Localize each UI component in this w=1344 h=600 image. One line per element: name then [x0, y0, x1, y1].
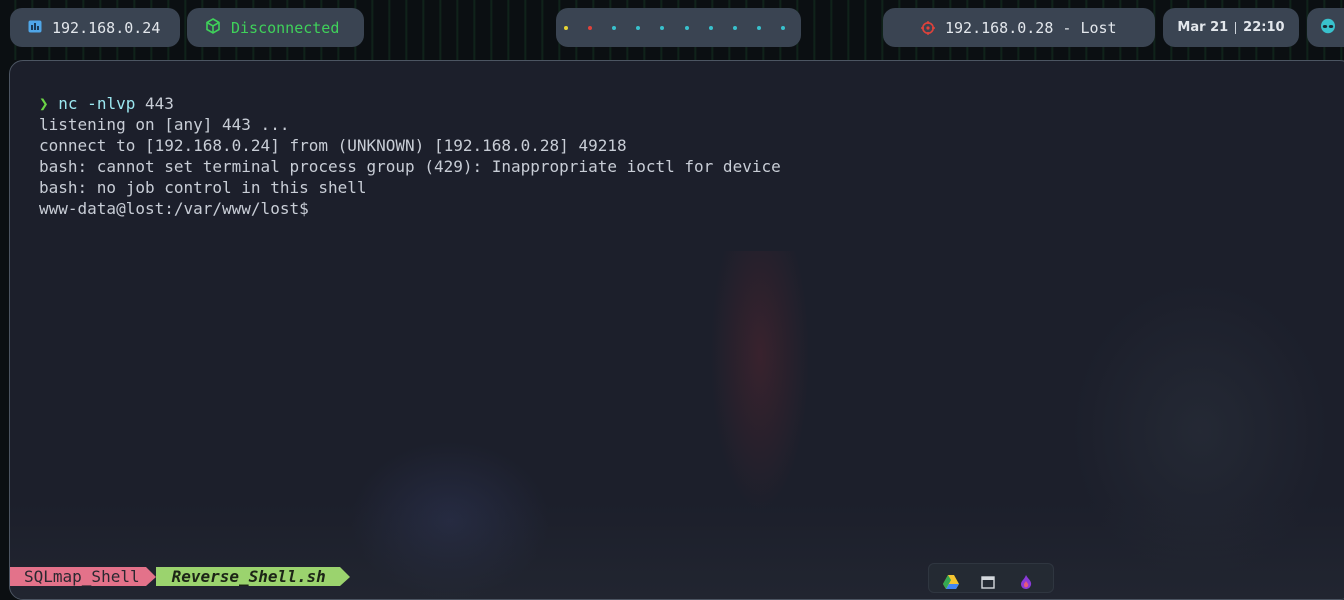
target-widget[interactable]: 192.168.0.28 - Lost: [883, 8, 1155, 47]
tmux-statusbar: SQLmap_Shell Reverse_Shell.sh: [10, 567, 350, 586]
terminal-window[interactable]: ❯ nc -nlvp 443 listening on [any] 443 ...…: [9, 60, 1344, 600]
workspace-dot[interactable]: [636, 25, 641, 30]
vpn-status-label: Disconnected: [231, 18, 340, 37]
clock-separator: [1235, 21, 1237, 34]
command-line: ❯ nc -nlvp 443: [39, 93, 781, 114]
local-ip-widget[interactable]: 192.168.0.24: [10, 8, 180, 47]
tmux-window-tab-active[interactable]: Reverse_Shell.sh: [155, 567, 350, 586]
alien-icon: [1320, 18, 1336, 38]
time-label: 22:10: [1243, 20, 1285, 35]
vpn-status-widget[interactable]: Disconnected: [187, 8, 364, 47]
local-ip-label: 192.168.0.24: [52, 18, 161, 37]
terminal-output[interactable]: ❯ nc -nlvp 443 listening on [any] 443 ...…: [39, 93, 781, 219]
command-arg: 443: [144, 94, 174, 113]
cube-icon: [205, 17, 221, 38]
workspace-dot[interactable]: [780, 25, 785, 30]
clock-widget[interactable]: Mar 21 22:10: [1163, 8, 1299, 47]
workspace-dot[interactable]: [588, 25, 593, 30]
prompt-symbol: ❯: [39, 94, 49, 113]
command-text: nc -nlvp: [58, 94, 136, 113]
target-icon: [921, 21, 935, 39]
output-line: connect to [192.168.0.24] from (UNKNOWN)…: [39, 136, 627, 155]
output-line: bash: cannot set terminal process group …: [39, 157, 781, 176]
workspace-dot[interactable]: [660, 25, 665, 30]
workspace-dot[interactable]: [684, 25, 689, 30]
target-label: 192.168.0.28 - Lost: [945, 18, 1117, 37]
user-menu[interactable]: [1307, 8, 1344, 47]
tmux-window-tab[interactable]: SQLmap_Shell: [10, 567, 156, 586]
workspace-dot[interactable]: [612, 25, 617, 30]
shell-prompt-line: www-data@lost:/var/www/lost$: [39, 199, 309, 218]
output-line: bash: no job control in this shell: [39, 178, 367, 197]
workspace-dot[interactable]: [564, 25, 568, 30]
workspace-dot[interactable]: [756, 25, 761, 30]
system-tray: [928, 563, 1054, 593]
workspace-switcher[interactable]: [556, 8, 801, 47]
wallpaper-figure: [710, 251, 810, 511]
output-line: listening on [any] 443 ...: [39, 115, 290, 134]
workspace-dot[interactable]: [708, 25, 713, 30]
date-label: Mar 21: [1177, 20, 1229, 35]
workspace-dot[interactable]: [732, 25, 737, 30]
monitor-icon: [28, 19, 42, 37]
